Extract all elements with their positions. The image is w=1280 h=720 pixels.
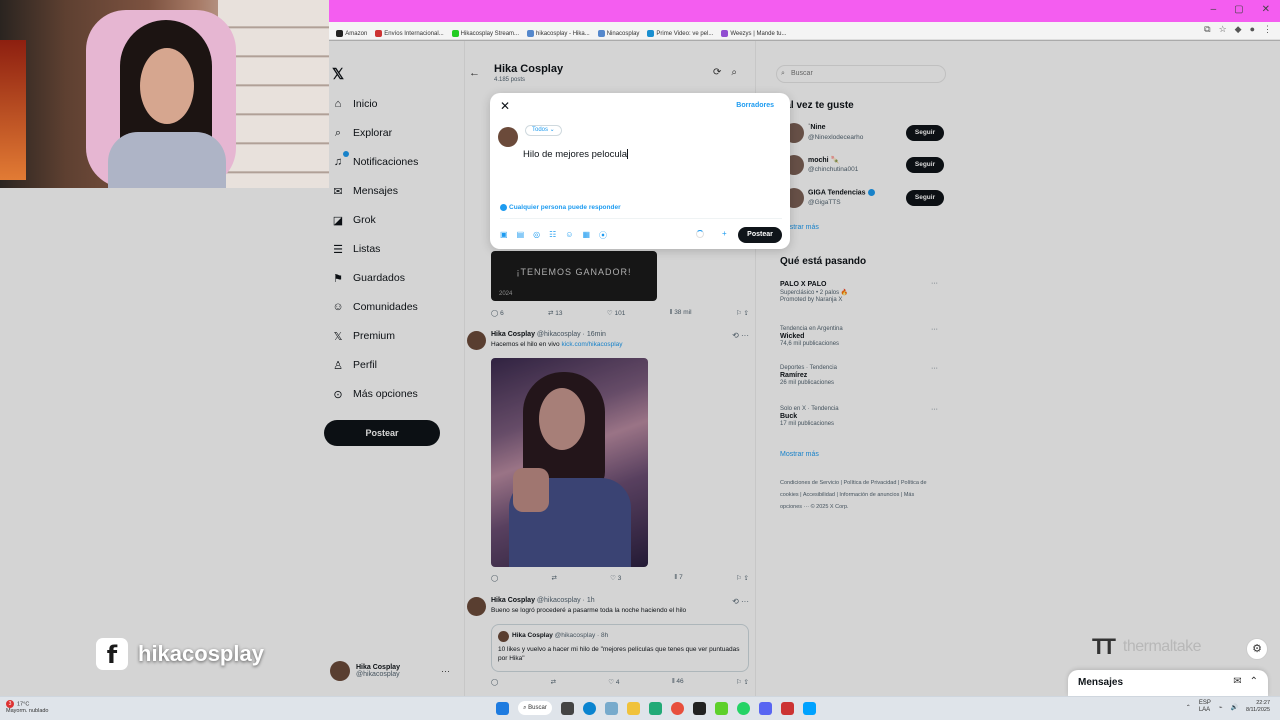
bookmark-label: hikacosplay - Hika... <box>536 31 590 37</box>
bookmark-favicon-icon <box>647 29 655 37</box>
minimize-button[interactable]: – <box>1211 4 1217 15</box>
compose-textarea[interactable]: Hilo de mejores pelocula <box>523 149 629 160</box>
webcam-lamp <box>0 40 26 180</box>
taskbar-apps: ⌕ Buscar <box>496 701 816 715</box>
expand-icon[interactable]: ⌃ <box>1250 676 1258 687</box>
bookmark-favicon-icon <box>451 29 459 37</box>
weather-temp: 17°C <box>17 701 30 708</box>
weather-icon: 3 <box>6 700 14 708</box>
clock-date: 8/11/2025 <box>1245 707 1270 713</box>
clock[interactable]: 22:27 8/11/2025 <box>1246 700 1270 714</box>
app-icon[interactable] <box>605 701 618 715</box>
text-caret <box>627 149 629 160</box>
avatar <box>498 127 518 147</box>
schedule-icon[interactable]: ▦ <box>582 230 590 241</box>
task-view-icon[interactable] <box>561 701 574 715</box>
bookmark-label: Weezys | Mande tu... <box>730 31 787 37</box>
sponsor-name: thermaltake <box>1122 638 1202 655</box>
emoji-icon[interactable]: ☺ <box>565 230 573 241</box>
messages-drawer[interactable]: Mensajes ✉ ⌃ <box>1068 670 1268 696</box>
screenshot-icon[interactable]: ⧉ <box>1204 24 1210 35</box>
tray-overflow-icon[interactable]: ⌃ <box>1186 704 1191 711</box>
compose-text: Hilo de mejores pelocula <box>523 149 628 160</box>
windows-start-icon[interactable] <box>496 701 509 715</box>
post-submit-button[interactable]: Postear <box>738 227 782 243</box>
edge-icon[interactable] <box>583 701 596 715</box>
clock-time: 22:27 <box>1256 700 1270 706</box>
bookmark-item[interactable]: Hikacosplay Stream... <box>451 25 520 39</box>
bookmark-label: Hikacosplay Stream... <box>460 31 520 37</box>
bookmark-item[interactable]: Envíos Internacional... <box>375 25 444 39</box>
bookmark-favicon-icon <box>597 29 605 37</box>
bookmark-label: Envíos Internacional... <box>384 31 444 37</box>
star-icon[interactable]: ☆ <box>1219 24 1227 35</box>
bookmark-label: Prime Video: ve pel... <box>656 31 714 37</box>
media-icon[interactable]: ▣ <box>500 230 508 241</box>
sponsor-logo: TT thermaltake <box>1092 634 1201 660</box>
facebook-icon: f <box>96 638 128 670</box>
app-icon[interactable] <box>781 701 794 715</box>
weather-desc: Mayorm. nublado <box>6 708 49 715</box>
app-icon[interactable] <box>693 701 706 715</box>
reply-setting-label: Cualquier persona puede responder <box>509 204 621 212</box>
weather-widget[interactable]: 3 17°C Mayorm. nublado <box>6 700 49 715</box>
audience-selector[interactable]: Todos ⌄ <box>525 125 562 136</box>
settings-gear-icon[interactable]: ⚙ <box>1246 638 1268 660</box>
app-icon[interactable] <box>803 701 816 715</box>
reply-setting[interactable]: Cualquier persona puede responder <box>500 204 621 211</box>
sponsor-mark: TT <box>1092 634 1116 659</box>
divider <box>500 218 782 219</box>
kick-icon[interactable] <box>715 701 728 715</box>
maximize-button[interactable]: ▢ <box>1234 4 1243 15</box>
gif-icon[interactable]: ▤ <box>517 230 525 241</box>
bookmark-favicon-icon <box>336 29 344 37</box>
discord-icon[interactable] <box>759 701 772 715</box>
taskbar-search[interactable]: ⌕ Buscar <box>518 701 552 715</box>
bookmark-item[interactable]: Weezys | Mande tu... <box>721 25 787 39</box>
whatsapp-icon[interactable] <box>737 701 750 715</box>
bookmark-item[interactable]: Amazon <box>336 25 368 39</box>
character-counter-ring <box>696 230 704 238</box>
bookmark-label: Amazon <box>345 31 368 37</box>
close-icon[interactable]: ✕ <box>500 99 510 113</box>
chrome-icon[interactable] <box>671 701 684 715</box>
drafts-button[interactable]: Borradores <box>736 102 774 109</box>
add-post-icon[interactable]: + <box>722 229 727 238</box>
network-icon[interactable]: ⌁ <box>1219 704 1223 711</box>
webcam-face <box>140 48 194 124</box>
globe-icon <box>500 204 507 211</box>
messages-title: Mensajes <box>1078 677 1124 688</box>
location-icon[interactable]: ⦿ <box>599 230 607 241</box>
compose-toolbar: ▣ ▤ ◎ ☷ ☺ ▦ ⦿ <box>500 230 607 241</box>
compose-dialog: ✕ Borradores Todos ⌄ Hilo de mejores pel… <box>490 93 790 249</box>
close-window-button[interactable]: ✕ <box>1262 4 1270 15</box>
bookmark-item[interactable]: Ninacosplay <box>597 25 640 39</box>
webcam-overlay <box>0 0 329 188</box>
bookmark-item[interactable]: Prime Video: ve pel... <box>647 25 714 39</box>
bookmark-favicon-icon <box>375 29 383 37</box>
new-message-icon[interactable]: ✉ <box>1233 676 1241 687</box>
grok-icon[interactable]: ◎ <box>533 230 540 241</box>
file-explorer-icon[interactable] <box>627 701 640 715</box>
social-handle: hikacosplay <box>138 641 264 666</box>
store-icon[interactable] <box>649 701 662 715</box>
menu-icon[interactable]: ⋮ <box>1263 24 1272 35</box>
windows-taskbar: 3 17°C Mayorm. nublado ⌕ Buscar ⌃ ESP LAA… <box>0 696 1280 720</box>
webcam-body <box>108 132 226 188</box>
browser-toolbar-icons: ⧉ ☆ ◆ ● ⋮ <box>1204 24 1272 35</box>
system-tray: ⌃ ESP LAA ⌁ 🔊 22:27 8/11/2025 <box>1186 700 1270 714</box>
bookmark-item[interactable]: hikacosplay - Hika... <box>527 25 590 39</box>
lang-indicator[interactable]: ESP LAA <box>1199 700 1211 714</box>
window-controls: – ▢ ✕ <box>1211 4 1270 15</box>
social-handle-overlay: f hikacosplay <box>96 638 264 670</box>
bookmark-favicon-icon <box>527 29 535 37</box>
bookmark-label: Ninacosplay <box>606 31 640 37</box>
poll-icon[interactable]: ☷ <box>549 230 556 241</box>
profile-icon[interactable]: ● <box>1250 24 1255 35</box>
bookmark-favicon-icon <box>721 29 729 37</box>
extension-icon[interactable]: ◆ <box>1235 24 1242 35</box>
volume-icon[interactable]: 🔊 <box>1230 704 1237 711</box>
